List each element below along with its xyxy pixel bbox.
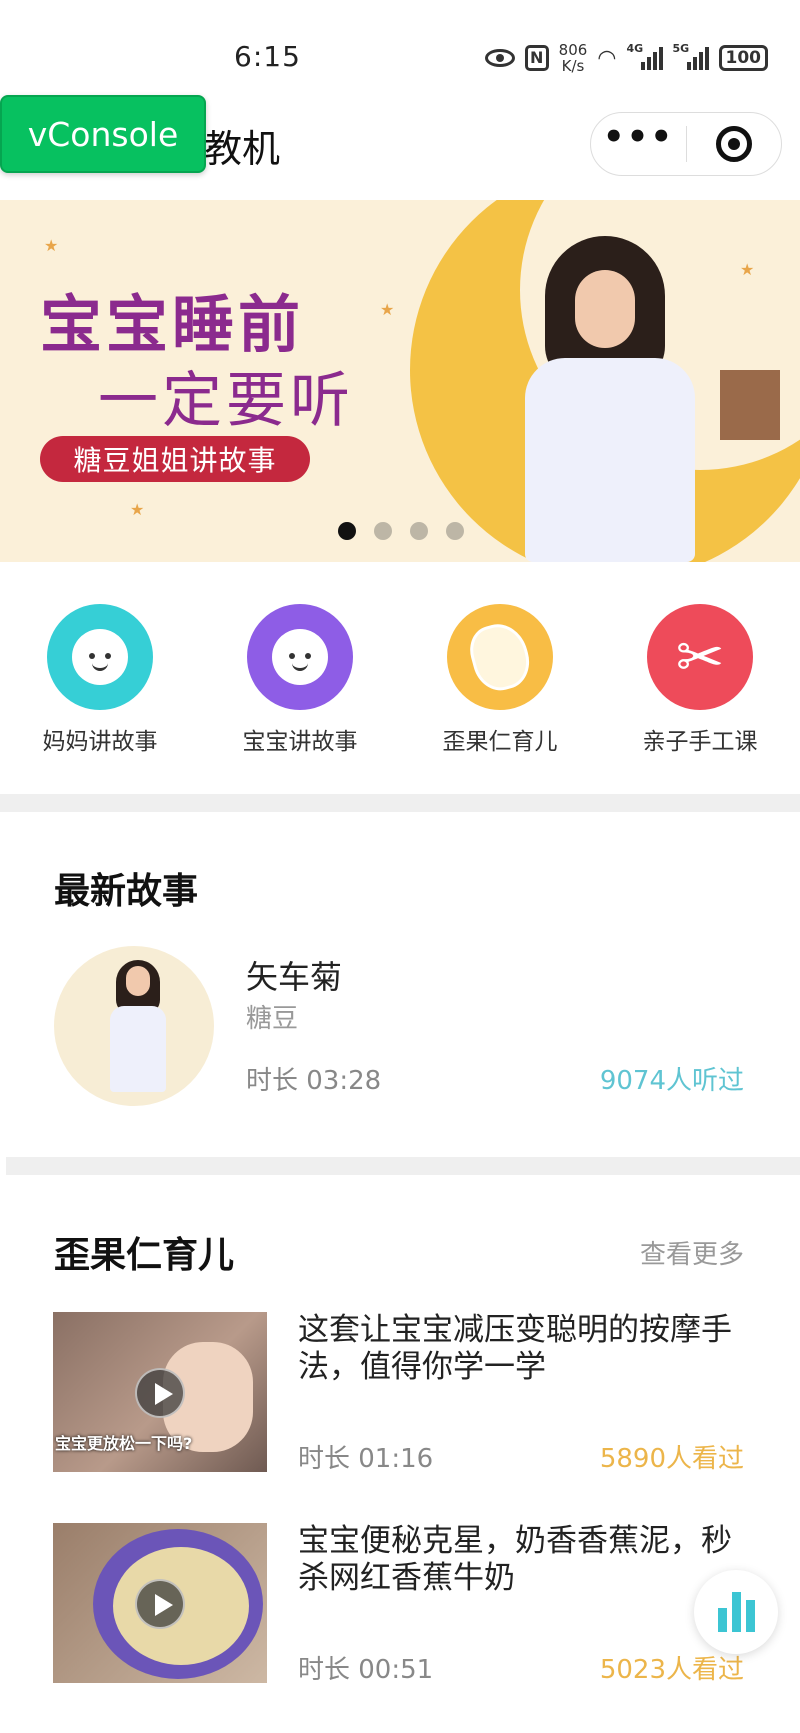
video-view-count: 5023人看过 bbox=[599, 1655, 744, 1685]
view-more-link[interactable]: 查看更多 bbox=[640, 1234, 744, 1271]
category-grid: 妈妈讲故事 宝宝讲故事 歪果仁育儿 ✂ 亲子手工课 bbox=[0, 562, 800, 794]
audio-player-button[interactable] bbox=[694, 1570, 778, 1654]
category-label: 亲子手工课 bbox=[642, 729, 758, 755]
banner-girl-photo bbox=[505, 230, 715, 562]
play-icon[interactable] bbox=[135, 1579, 185, 1629]
video-duration: 时长 00:51 bbox=[298, 1655, 434, 1685]
carousel-dot[interactable] bbox=[410, 522, 428, 540]
nfc-icon: N bbox=[524, 45, 549, 71]
close-miniprogram-button[interactable] bbox=[687, 126, 781, 162]
video-title: 宝宝便秘克星，奶香香蕉泥，秒杀网红香蕉牛奶 bbox=[298, 1523, 732, 1596]
star-icon: ★ bbox=[44, 236, 59, 255]
video-item[interactable]: 宝宝便秘克星，奶香香蕉泥，秒杀网红香蕉牛奶 时长 00:51 5023人看过 bbox=[0, 1523, 800, 1685]
video-view-count: 5890人看过 bbox=[599, 1444, 744, 1474]
vconsole-button[interactable]: vConsole bbox=[0, 95, 206, 173]
status-time: 6:15 bbox=[234, 40, 301, 73]
parenting-section-title: 歪果仁育儿 bbox=[54, 1235, 235, 1276]
category-label: 歪果仁育儿 bbox=[442, 729, 558, 755]
star-icon: ★ bbox=[740, 260, 755, 279]
video-thumbnail bbox=[53, 1523, 267, 1683]
network-speed: 806 K/s bbox=[558, 41, 588, 75]
category-crafts[interactable]: ✂ 亲子手工课 bbox=[600, 562, 800, 794]
carousel-dot[interactable] bbox=[374, 522, 392, 540]
story-title: 矢车菊 bbox=[246, 958, 343, 996]
section-divider bbox=[0, 794, 800, 812]
bean-icon bbox=[447, 604, 553, 710]
video-caption: 宝宝更放松一下吗? bbox=[55, 1434, 193, 1453]
category-baby-stories[interactable]: 宝宝讲故事 bbox=[200, 562, 400, 794]
banner-carousel[interactable]: ★ ★ ★ ★ 宝宝睡前 一定要听 糖豆姐姐讲故事 bbox=[0, 200, 800, 562]
category-foreign-parenting[interactable]: 歪果仁育儿 bbox=[400, 562, 600, 794]
star-icon: ★ bbox=[130, 500, 145, 519]
video-thumbnail: 宝宝更放松一下吗? bbox=[53, 1312, 267, 1472]
section-divider bbox=[6, 1157, 800, 1175]
banner-tag: 糖豆姐姐讲故事 bbox=[40, 436, 310, 482]
latest-section-title: 最新故事 bbox=[54, 871, 199, 912]
more-menu-button[interactable]: ••• bbox=[591, 120, 686, 161]
story-cover bbox=[54, 946, 214, 1106]
battery-icon: 100 bbox=[718, 45, 768, 71]
miniprogram-capsule: ••• bbox=[590, 112, 782, 176]
mom-face-icon bbox=[47, 604, 153, 710]
story-listen-count: 9074人听过 bbox=[599, 1066, 744, 1096]
house-illustration bbox=[720, 370, 780, 440]
page-title: 教机 bbox=[204, 127, 281, 171]
category-mom-stories[interactable]: 妈妈讲故事 bbox=[0, 562, 200, 794]
story-duration: 时长 03:28 bbox=[246, 1066, 382, 1096]
target-icon bbox=[715, 126, 752, 162]
status-icons: N 806 K/s ◠ 4G 5G 100 bbox=[484, 40, 768, 76]
star-icon: ★ bbox=[380, 300, 395, 319]
story-item[interactable]: 矢车菊 糖豆 时长 03:28 9074人听过 bbox=[0, 942, 800, 1112]
eye-icon bbox=[484, 49, 515, 67]
video-duration: 时长 01:16 bbox=[298, 1444, 434, 1474]
video-item[interactable]: 宝宝更放松一下吗? 这套让宝宝减压变聪明的按摩手法，值得你学一学 时长 01:1… bbox=[0, 1312, 800, 1474]
carousel-dot[interactable] bbox=[338, 522, 356, 540]
signal-5g-icon: 5G bbox=[673, 42, 709, 70]
baby-face-icon bbox=[247, 604, 353, 710]
story-author: 糖豆 bbox=[246, 1004, 299, 1034]
video-title: 这套让宝宝减压变聪明的按摩手法，值得你学一学 bbox=[298, 1312, 732, 1385]
carousel-indicator bbox=[338, 522, 464, 540]
category-label: 妈妈讲故事 bbox=[42, 729, 158, 755]
banner-headline-2: 一定要听 bbox=[98, 366, 354, 436]
category-label: 宝宝讲故事 bbox=[242, 729, 358, 755]
play-icon[interactable] bbox=[135, 1368, 185, 1418]
bar-chart-icon bbox=[717, 1608, 727, 1632]
scissors-icon: ✂ bbox=[647, 604, 753, 710]
wifi-icon: ◠ bbox=[597, 45, 617, 71]
status-bar: 6:15 N 806 K/s ◠ 4G 5G 100 bbox=[0, 0, 800, 100]
banner-headline-1: 宝宝睡前 bbox=[40, 288, 305, 361]
carousel-dot[interactable] bbox=[446, 522, 464, 540]
signal-4g-icon: 4G bbox=[627, 42, 663, 70]
